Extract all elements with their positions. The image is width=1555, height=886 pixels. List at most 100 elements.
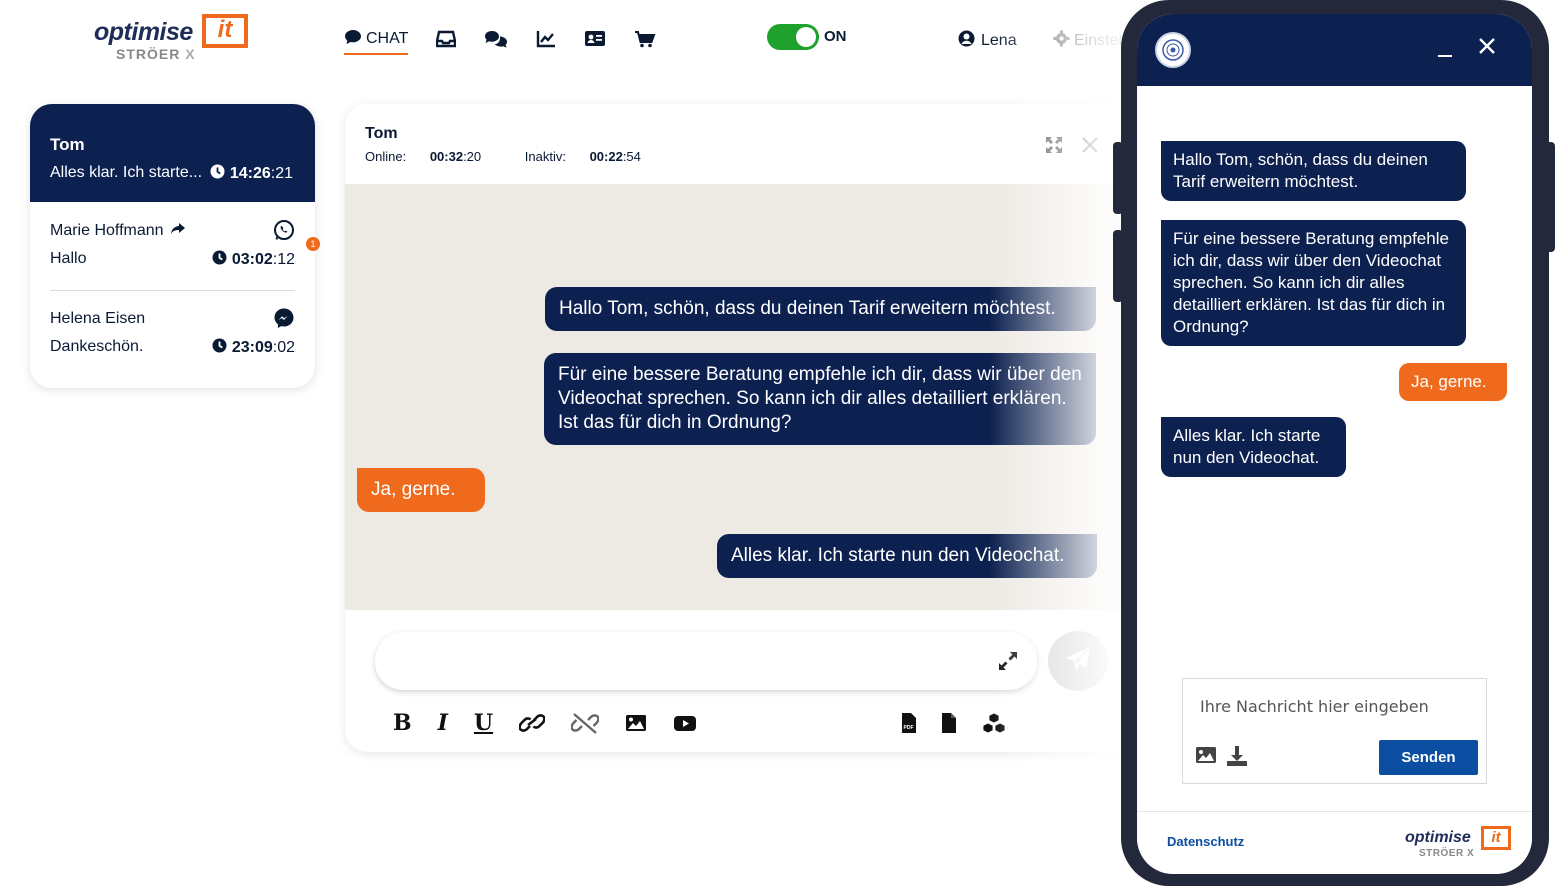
chat-panel: Tom Online: 00:32:20 Inaktiv: 00:22:54 H…	[345, 104, 1135, 752]
image-icon[interactable]	[1195, 745, 1217, 772]
id-card-icon	[584, 30, 606, 52]
widget-input[interactable]: Ihre Nachricht hier eingeben Senden	[1182, 678, 1487, 784]
conversation-timer: 23:09:02	[212, 338, 295, 358]
settings-menu[interactable]: Einstel	[1053, 30, 1122, 52]
bold-button[interactable]: B	[393, 710, 412, 736]
widget-message-agent: Alles klar. Ich starte nun den Videochat…	[1161, 417, 1346, 477]
messenger-icon	[273, 307, 295, 334]
toggle-label: ON	[824, 28, 847, 45]
conversation-preview: Alles klar. Ich starte...	[50, 164, 203, 181]
timer-rest: :21	[270, 165, 293, 182]
conversation-list: Tom Alles klar. Ich starte... 14:26:21 M…	[30, 104, 315, 388]
conversation-name: Tom	[50, 135, 85, 154]
optimise-it-logo: optimise it STRÖER X	[94, 14, 254, 62]
widget-message-agent: Hallo Tom, schön, dass du deinen Tarif e…	[1161, 141, 1466, 201]
main-nav: CHAT	[344, 26, 684, 56]
logo-it: it	[1481, 826, 1511, 850]
widget-input-placeholder: Ihre Nachricht hier eingeben	[1200, 697, 1429, 716]
nav-shop[interactable]	[634, 27, 656, 55]
toggle-knob	[796, 27, 816, 47]
message-agent: Alles klar. Ich starte nun den Videochat…	[717, 534, 1097, 578]
conversation-item-active[interactable]: Tom Alles klar. Ich starte... 14:26:21	[30, 104, 315, 202]
logo-word: optimise	[94, 18, 193, 46]
conversation-name: Marie Hoffmann	[50, 222, 186, 240]
logo-sub: STRÖER X	[116, 46, 196, 62]
clock-icon	[210, 164, 225, 184]
expand-icon[interactable]	[997, 650, 1019, 677]
italic-button[interactable]: I	[438, 710, 448, 736]
widget-send-button[interactable]: Senden	[1379, 740, 1478, 775]
conversation-name-text: Marie Hoffmann	[50, 222, 164, 239]
pdf-icon[interactable]: PDF	[901, 712, 917, 734]
logo-sub-x: X	[185, 46, 196, 62]
conversation-timer: 14:26:21	[210, 164, 293, 184]
message-input[interactable]	[375, 632, 1037, 690]
conversation-preview: Dankeschön.	[50, 338, 144, 355]
comments-icon	[484, 30, 508, 53]
forward-icon	[170, 222, 186, 240]
privacy-link[interactable]: Datenschutz	[1167, 834, 1244, 849]
widget-message-customer: Ja, gerne.	[1399, 363, 1507, 401]
chat-header-actions	[1045, 136, 1117, 159]
inactive-label: Inaktiv:	[524, 149, 570, 164]
chat-stats: Online: 00:32:20 Inaktiv: 00:22:54	[365, 149, 681, 164]
cubes-icon[interactable]	[981, 712, 1007, 734]
timer-rest: :02	[272, 339, 295, 356]
inactive-time: Inaktiv: 00:22:54	[525, 149, 661, 164]
conversation-preview: Hallo	[50, 250, 87, 267]
whatsapp-icon	[273, 219, 295, 246]
logo-sub-x: X	[1466, 848, 1475, 859]
file-icon[interactable]	[941, 712, 957, 734]
online-label: Online:	[365, 149, 410, 164]
nav-chat[interactable]: CHAT	[344, 27, 409, 55]
agent-avatar	[1155, 32, 1191, 68]
nav-conversations[interactable]	[484, 27, 508, 55]
logo-word: optimise	[1405, 829, 1471, 846]
settings-label: Einstel	[1074, 32, 1123, 49]
nav-inbox[interactable]	[436, 27, 457, 55]
logo-sub-text: STRÖER	[1419, 848, 1464, 859]
chat-messages: Hallo Tom, schön, dass du deinen Tarif e…	[345, 184, 1135, 610]
send-button[interactable]	[1048, 631, 1108, 691]
line-chart-icon	[536, 30, 556, 53]
close-icon[interactable]	[1477, 36, 1497, 61]
close-icon[interactable]	[1081, 136, 1099, 159]
message-agent: Hallo Tom, schön, dass du deinen Tarif e…	[545, 287, 1096, 331]
youtube-icon[interactable]	[673, 715, 697, 732]
logo-sub-text: STRÖER	[116, 46, 181, 62]
logo-it: it	[202, 14, 248, 48]
underline-button[interactable]: U	[474, 710, 493, 736]
chat-contact-name: Tom	[365, 125, 398, 142]
unlink-icon[interactable]	[571, 712, 600, 734]
attachment-toolbar: PDF	[901, 708, 1031, 738]
paper-plane-icon	[1064, 645, 1092, 678]
link-icon[interactable]	[519, 713, 546, 733]
conversation-item[interactable]: Marie Hoffmann Hallo 03:02:12	[50, 202, 295, 272]
gear-icon	[1053, 30, 1070, 52]
nav-chat-label: CHAT	[366, 30, 409, 47]
phone-screen: Hallo Tom, schön, dass du deinen Tarif e…	[1137, 14, 1532, 874]
timer-bold: 14:26	[229, 165, 271, 182]
online-toggle[interactable]	[767, 24, 819, 50]
widget-message-agent: Für eine bessere Beratung empfehle ich d…	[1161, 220, 1466, 346]
widget-header	[1137, 14, 1532, 86]
unread-badge: 1	[306, 237, 320, 251]
nav-statistics[interactable]	[536, 27, 556, 55]
timer-rest: :12	[272, 251, 295, 268]
conversation-name: Helena Eisen	[50, 310, 146, 327]
clock-icon	[212, 250, 227, 270]
user-name: Lena	[981, 32, 1017, 49]
image-icon[interactable]	[625, 714, 647, 732]
logo-sub: STRÖER X	[1419, 848, 1474, 859]
minimize-icon[interactable]	[1437, 38, 1453, 63]
inactive-rest: :54	[622, 149, 641, 164]
optimise-it-logo: optimise it STRÖER X	[1405, 826, 1515, 860]
download-icon[interactable]	[1225, 745, 1249, 772]
user-menu[interactable]: Lena	[958, 30, 1017, 52]
nav-contacts[interactable]	[584, 27, 606, 55]
cart-icon	[634, 30, 656, 53]
conversation-item[interactable]: Helena Eisen Dankeschön. 23:09:02	[50, 290, 295, 360]
svg-text:PDF: PDF	[904, 725, 914, 731]
widget-input-tools	[1195, 745, 1257, 772]
fullscreen-icon[interactable]	[1045, 136, 1063, 159]
